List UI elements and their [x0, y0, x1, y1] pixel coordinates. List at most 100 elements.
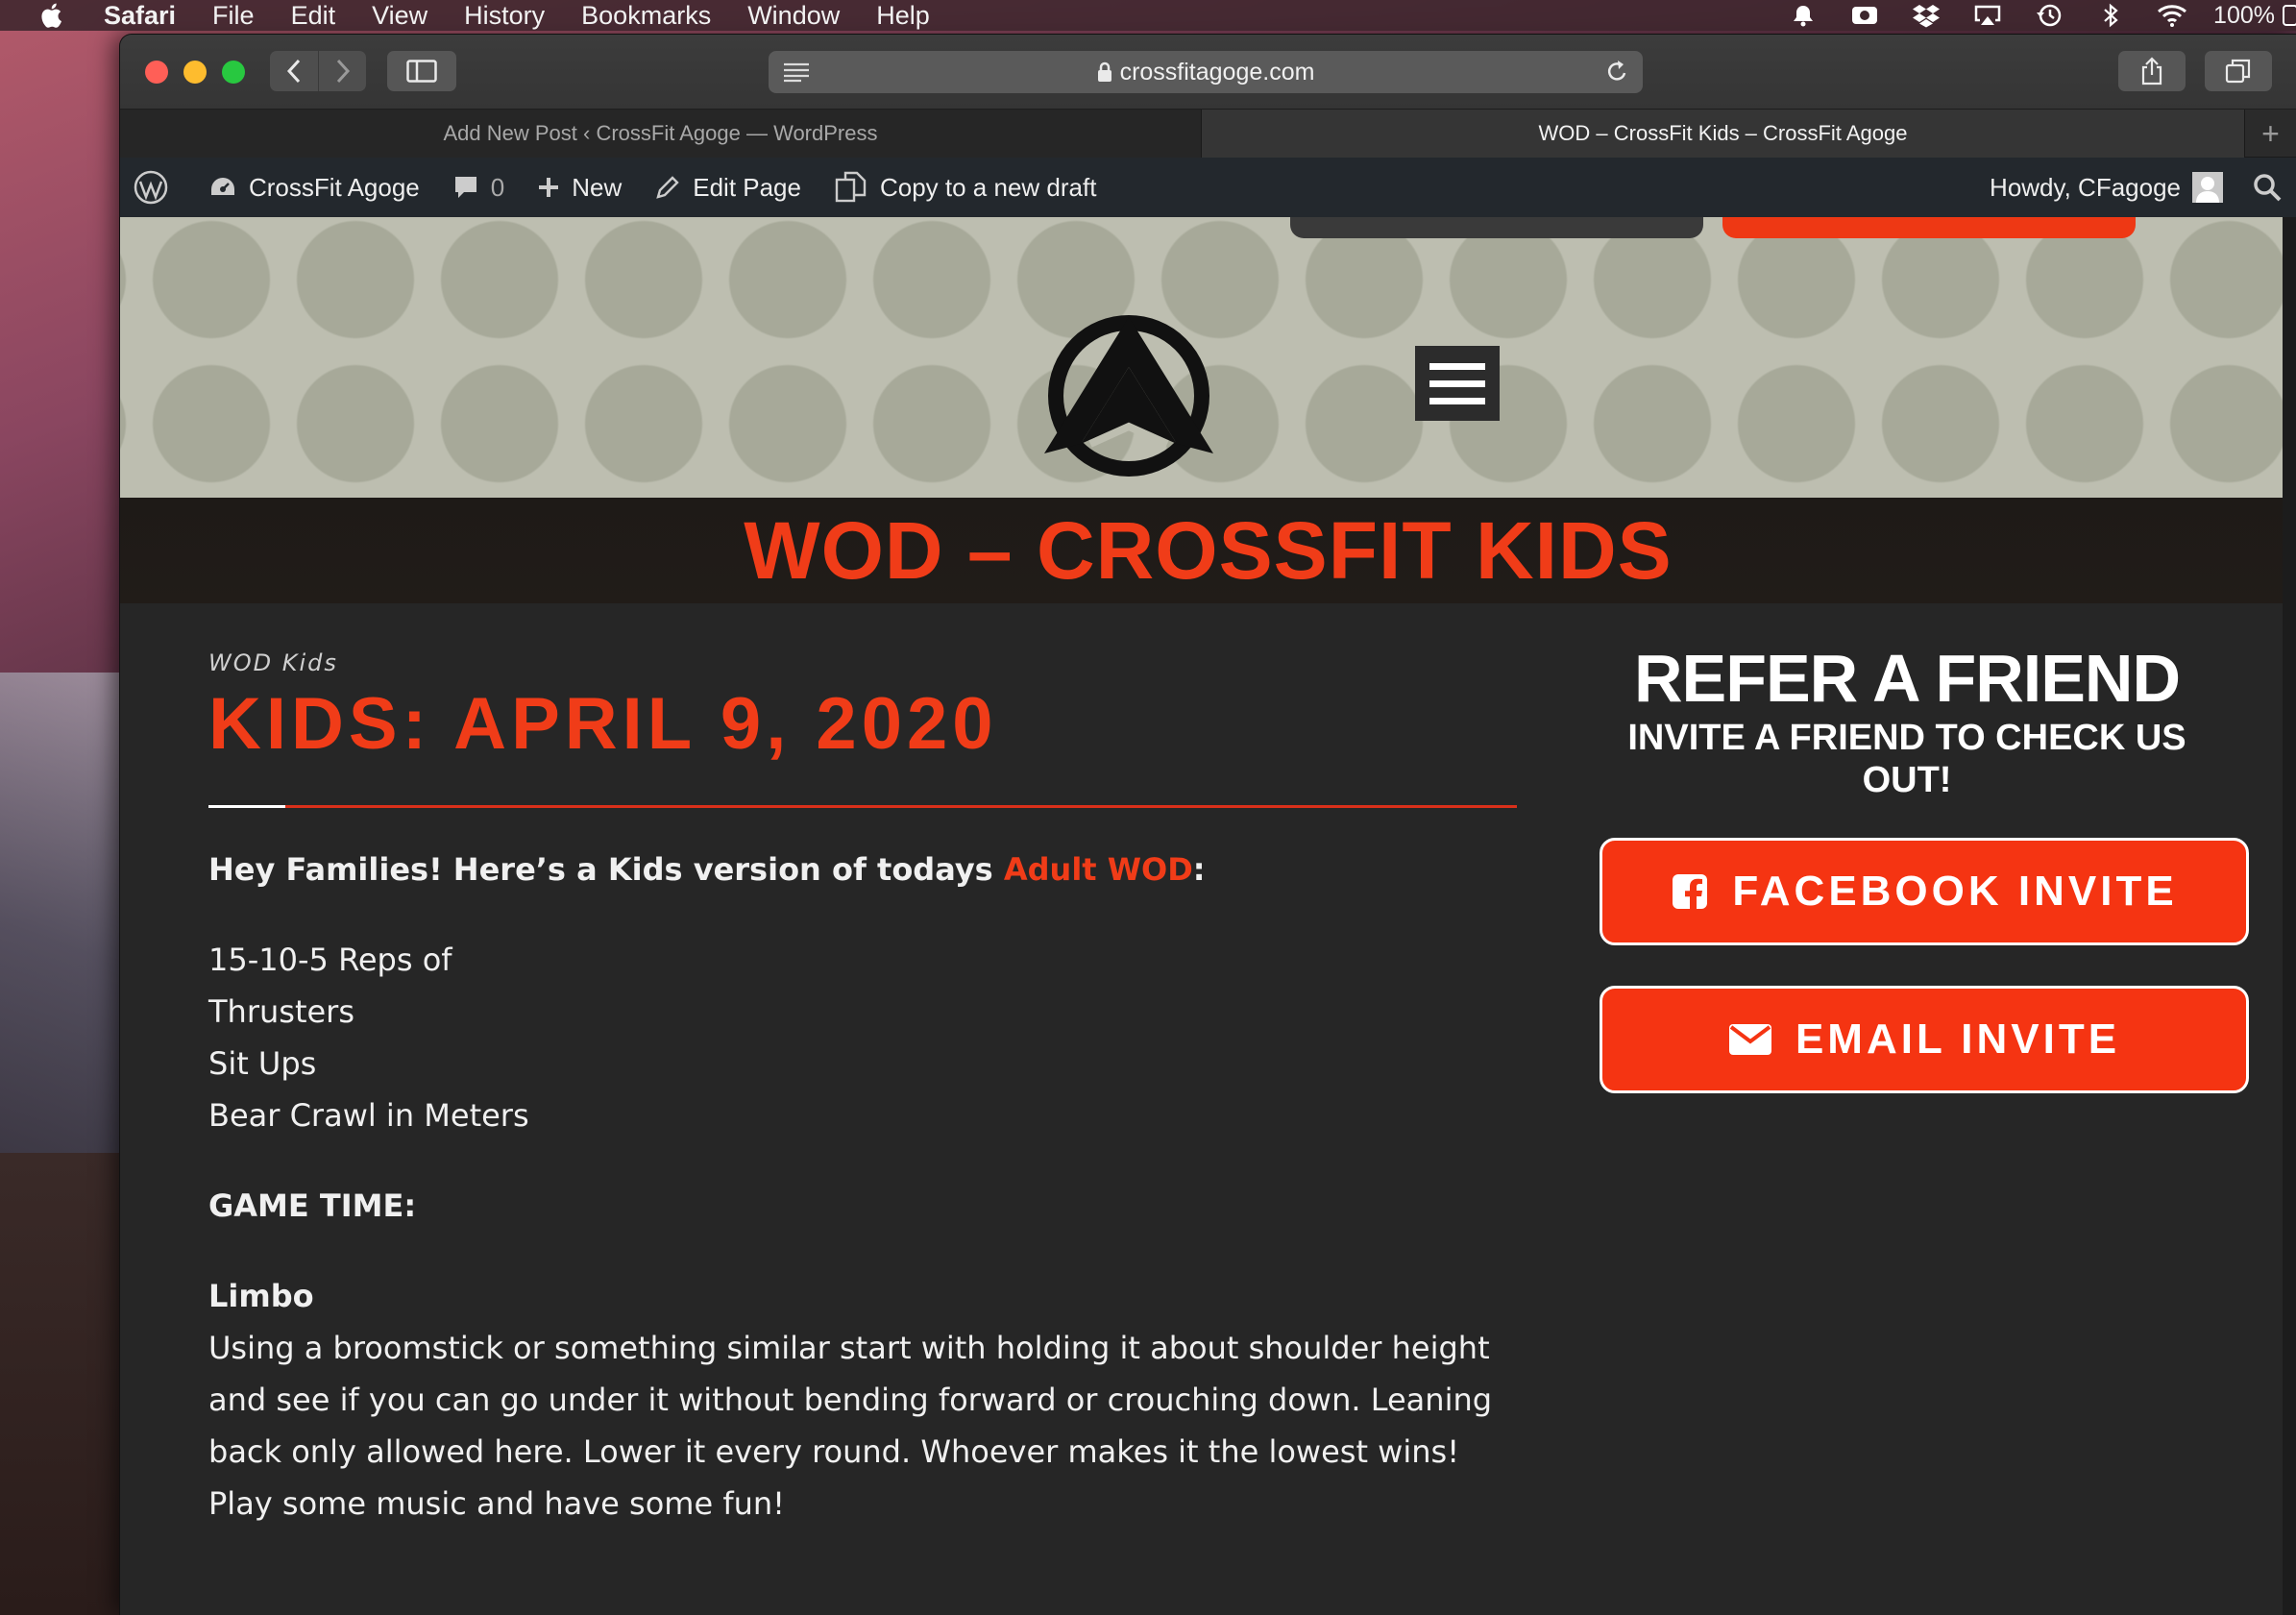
apple-icon[interactable] [38, 1, 67, 30]
safari-window: crossfitagoge.com Add New Post ‹ CrossFi… [120, 35, 2296, 1615]
admin-edit-page-link[interactable]: Edit Page [654, 173, 801, 203]
sidebar-icon [406, 60, 437, 83]
header-dark-tab[interactable] [1290, 217, 1703, 238]
pencil-icon [656, 176, 679, 199]
intro-colon: : [1192, 851, 1206, 888]
show-all-tabs-button[interactable] [2205, 51, 2272, 91]
admin-comments-link[interactable]: 0 [452, 173, 504, 203]
admin-copy-label: Copy to a new draft [879, 172, 1097, 202]
post-intro: Hey Families! Here’s a Kids version of t… [208, 844, 1206, 895]
webpage: WOD – CROSSFIT KIDS WOD Kids KIDS: APRIL… [120, 217, 2296, 1615]
dashboard-icon [211, 178, 234, 195]
window-zoom-button[interactable] [222, 61, 245, 84]
bluetooth-icon[interactable] [2094, 3, 2127, 28]
notification-icon[interactable] [1787, 3, 1820, 28]
menu-help[interactable]: Help [876, 1, 930, 31]
camera-icon[interactable] [1848, 3, 1881, 28]
plus-icon: + [2261, 115, 2280, 151]
admin-howdy[interactable]: Howdy, CFagoge [1990, 173, 2181, 203]
hamburger-line [1429, 379, 1485, 387]
reader-view-icon[interactable] [782, 61, 811, 84]
refer-subtitle: INVITE A FRIEND TO CHECK US OUT! [1627, 718, 2186, 800]
refer-title: REFER A FRIEND [1633, 641, 2181, 716]
facebook-invite-label: FACEBOOK INVITE [1732, 868, 2178, 915]
page-title: WOD – CROSSFIT KIDS [744, 504, 1673, 596]
crossfit-agoge-logo[interactable] [1042, 309, 1215, 482]
lock-icon [1097, 61, 1111, 82]
facebook-invite-button[interactable]: FACEBOOK INVITE [1600, 838, 2249, 945]
tab-wod-crossfit-kids[interactable]: WOD – CrossFit Kids – CrossFit Agoge [1202, 110, 2244, 158]
url-text: crossfitagoge.com [1119, 58, 1315, 86]
search-icon[interactable] [2252, 172, 2283, 203]
share-icon [2141, 57, 2162, 86]
wp-admin-bar: CrossFit Agoge 0 New Edit Page Copy to a… [120, 158, 2296, 217]
header-red-tab[interactable] [1722, 217, 2136, 238]
menu-history[interactable]: History [464, 1, 545, 31]
tab-label: Add New Post ‹ CrossFit Agoge — WordPres… [443, 121, 878, 145]
game-name: Limbo [208, 1278, 314, 1314]
dropbox-icon[interactable] [1910, 3, 1942, 28]
menu-hamburger-button[interactable] [1415, 346, 1500, 421]
adult-wod-link[interactable]: Adult WOD [1004, 851, 1193, 888]
address-bar[interactable]: crossfitagoge.com [769, 51, 1643, 93]
admin-site-name: CrossFit Agoge [249, 172, 420, 202]
workout-list: 15-10-5 Reps of Thrusters Sit Ups Bear C… [208, 934, 529, 1141]
copy-icon [835, 171, 867, 203]
chevron-left-icon [286, 59, 301, 84]
wordpress-logo-button[interactable] [134, 170, 180, 205]
comment-count: 0 [490, 172, 505, 202]
new-tab-button[interactable]: + [2244, 110, 2296, 158]
workout-line: Thrusters [208, 993, 354, 1030]
tab-bar: Add New Post ‹ CrossFit Agoge — WordPres… [120, 110, 2296, 158]
time-machine-icon[interactable] [2033, 3, 2065, 28]
user-icon [2196, 177, 2219, 203]
facebook-icon [1673, 874, 1708, 911]
admin-site-link[interactable]: CrossFit Agoge [208, 173, 420, 203]
back-button[interactable] [270, 51, 318, 91]
status-area: 100% [1758, 0, 2296, 31]
workout-line: Bear Crawl in Meters [208, 1097, 529, 1134]
window-minimize-button[interactable] [183, 61, 207, 84]
page-title-band: WOD – CROSSFIT KIDS [120, 498, 2296, 603]
macos-menu-bar: Safari File Edit View History Bookmarks … [0, 0, 2296, 31]
admin-new-label: New [572, 172, 623, 202]
battery-icon[interactable] [2283, 3, 2296, 28]
sidebar-toggle-button[interactable] [387, 51, 456, 91]
menu-file[interactable]: File [212, 1, 255, 31]
envelope-icon [1728, 1024, 1771, 1055]
site-header [120, 217, 2296, 498]
admin-copy-draft-link[interactable]: Copy to a new draft [834, 170, 1096, 205]
share-button[interactable] [2118, 51, 2186, 91]
battery-percentage[interactable]: 100% [2213, 2, 2275, 30]
window-right-edge [2283, 217, 2296, 1615]
tabs-icon [2225, 59, 2251, 84]
menu-view[interactable]: View [372, 1, 427, 31]
game-description: Using a broomstick or something similar … [208, 1330, 1493, 1522]
navigation-buttons [270, 51, 366, 91]
wifi-icon[interactable] [2156, 3, 2188, 28]
admin-new-link[interactable]: New [537, 173, 622, 203]
title-divider [208, 805, 1517, 808]
forward-button[interactable] [318, 51, 366, 91]
menu-window[interactable]: Window [747, 1, 840, 31]
email-invite-label: EMAIL INVITE [1795, 1015, 2121, 1063]
menu-edit[interactable]: Edit [291, 1, 336, 31]
plus-icon [539, 178, 559, 197]
browser-toolbar: crossfitagoge.com [120, 35, 2296, 110]
chevron-right-icon [336, 59, 350, 84]
menu-bookmarks[interactable]: Bookmarks [581, 1, 711, 31]
reload-icon[interactable] [1604, 59, 1629, 86]
workout-line: 15-10-5 Reps of [208, 942, 452, 978]
intro-text: Hey Families! Here’s a Kids version of t… [208, 851, 1004, 888]
tab-add-new-post[interactable]: Add New Post ‹ CrossFit Agoge — WordPres… [120, 110, 1202, 158]
avatar[interactable] [2192, 172, 2223, 203]
admin-account-area: Howdy, CFagoge [1990, 158, 2296, 217]
hamburger-line [1429, 362, 1485, 370]
post-category[interactable]: WOD Kids [208, 649, 338, 676]
window-close-button[interactable] [145, 61, 168, 84]
workout-line: Sit Ups [208, 1045, 317, 1082]
menu-safari[interactable]: Safari [104, 1, 176, 31]
email-invite-button[interactable]: EMAIL INVITE [1600, 986, 2249, 1093]
airplay-icon[interactable] [1971, 3, 2004, 28]
wordpress-icon [134, 170, 168, 205]
